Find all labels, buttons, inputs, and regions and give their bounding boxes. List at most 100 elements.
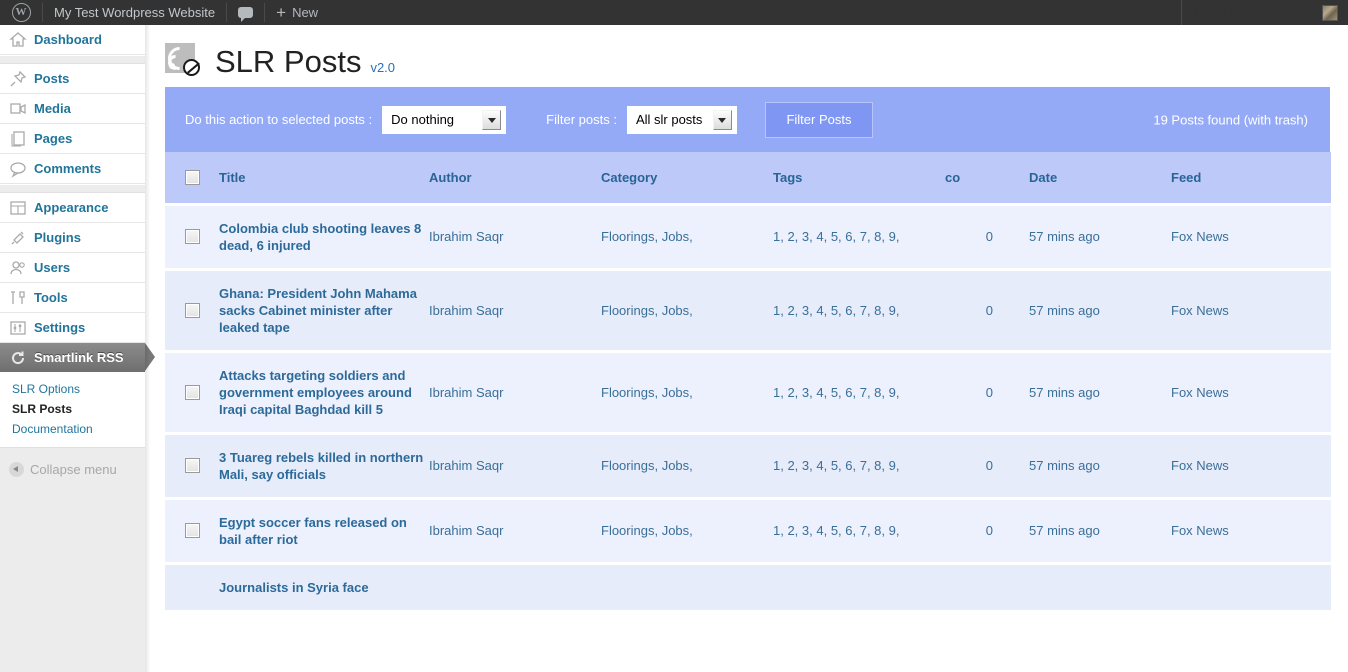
sidebar-item-pages[interactable]: Pages [0, 124, 145, 154]
row-comments-count: 0 [945, 351, 993, 433]
posts-found-status: 19 Posts found (with trash) [1153, 112, 1308, 127]
row-feed[interactable] [1171, 563, 1331, 610]
rss-refresh-icon [165, 41, 203, 81]
collapse-menu-button[interactable]: Collapse menu [0, 448, 145, 477]
select-all-header [165, 152, 219, 204]
header-category[interactable]: Category [601, 152, 773, 204]
slr-posts-table: Title Author Category Tags co Date Feed … [165, 152, 1331, 610]
bulk-action-select[interactable]: Do nothing [382, 106, 506, 134]
row-title-cell: Ghana: President John Mahama sacks Cabin… [219, 269, 429, 351]
post-title-link[interactable]: 3 Tuareg rebels killed in northern Mali,… [219, 449, 429, 483]
filter-posts-button[interactable]: Filter Posts [765, 102, 873, 138]
site-name-menu[interactable]: My Test Wordpress Website [43, 0, 226, 25]
sidebar-item-users[interactable]: Users [0, 253, 145, 283]
sidebar-item-slr-options[interactable]: SLR Options [0, 379, 145, 399]
sidebar-label: Plugins [34, 230, 81, 245]
row-title-cell: Attacks targeting soldiers and governmen… [219, 351, 429, 433]
row-checkbox[interactable] [185, 523, 200, 538]
post-title-link[interactable]: Journalists in Syria face [219, 579, 429, 596]
row-checkbox-cell [165, 563, 219, 610]
sidebar-label: Pages [34, 131, 72, 146]
table-row[interactable]: Ghana: President John Mahama sacks Cabin… [165, 269, 1331, 351]
filter-toolbar: Do this action to selected posts : Do no… [165, 87, 1330, 152]
table-body: Colombia club shooting leaves 8 dead, 6 … [165, 204, 1331, 610]
row-checkbox[interactable] [185, 229, 200, 244]
sidebar-label: Tools [34, 290, 68, 305]
sidebar-item-media[interactable]: Media [0, 94, 145, 124]
filter-posts-select[interactable]: All slr posts [627, 106, 737, 134]
row-title-cell: Egypt soccer fans released on bail after… [219, 498, 429, 563]
users-icon [9, 259, 27, 277]
new-label: New [292, 5, 318, 20]
chevron-down-icon[interactable] [713, 110, 732, 130]
table-row[interactable]: 3 Tuareg rebels killed in northern Mali,… [165, 433, 1331, 498]
sidebar-item-dashboard[interactable]: Dashboard [0, 25, 145, 55]
post-title-link[interactable]: Attacks targeting soldiers and governmen… [219, 367, 429, 418]
row-feed[interactable]: Fox News [1171, 433, 1331, 498]
bulk-action-label: Do this action to selected posts : [185, 112, 372, 127]
table-row[interactable]: Egypt soccer fans released on bail after… [165, 498, 1331, 563]
sidebar-item-documentation[interactable]: Documentation [0, 419, 145, 439]
header-tags[interactable]: Tags [773, 152, 945, 204]
comment-bubble-icon [9, 160, 27, 178]
row-checkbox[interactable] [185, 303, 200, 318]
sidebar-label: Smartlink RSS [34, 350, 124, 365]
appearance-icon [9, 199, 27, 217]
chevron-down-icon[interactable] [482, 110, 501, 130]
admin-bar: My Test Wordpress Website + New Howdy, I… [0, 0, 1348, 25]
header-title[interactable]: Title [219, 152, 429, 204]
table-row[interactable]: Attacks targeting soldiers and governmen… [165, 351, 1331, 433]
row-category: Floorings, Jobs, [601, 498, 773, 563]
row-checkbox[interactable] [185, 458, 200, 473]
settings-sliders-icon [9, 319, 27, 337]
header-comments-count[interactable]: co [945, 152, 993, 204]
row-feed[interactable]: Fox News [1171, 498, 1331, 563]
sidebar-label: Appearance [34, 200, 108, 215]
row-checkbox-cell [165, 204, 219, 269]
row-comments-count: 0 [945, 204, 993, 269]
select-all-checkbox[interactable] [185, 170, 200, 185]
header-date[interactable]: Date [993, 152, 1171, 204]
sidebar-item-settings[interactable]: Settings [0, 313, 145, 343]
post-title-link[interactable]: Ghana: President John Mahama sacks Cabin… [219, 285, 429, 336]
post-title-link[interactable]: Colombia club shooting leaves 8 dead, 6 … [219, 220, 429, 254]
row-checkbox-cell [165, 269, 219, 351]
page-title-text: SLR Posts [215, 44, 361, 79]
row-date: 57 mins ago [993, 204, 1171, 269]
sidebar-shadow [145, 25, 150, 672]
row-feed[interactable]: Fox News [1171, 351, 1331, 433]
row-tags: 1, 2, 3, 4, 5, 6, 7, 8, 9, [773, 351, 945, 433]
comments-bubble-button[interactable] [227, 0, 264, 25]
media-camera-icon [9, 100, 27, 118]
sidebar-item-slr-posts[interactable]: SLR Posts [0, 399, 145, 419]
header-author[interactable]: Author [429, 152, 601, 204]
row-author: Ibrahim Saqr [429, 433, 601, 498]
post-title-link[interactable]: Egypt soccer fans released on bail after… [219, 514, 429, 548]
sidebar-item-appearance[interactable]: Appearance [0, 193, 145, 223]
row-date: 57 mins ago [993, 498, 1171, 563]
account-menu[interactable]: Howdy, Ibrahim Saqr [1181, 0, 1348, 25]
table-row[interactable]: Colombia club shooting leaves 8 dead, 6 … [165, 204, 1331, 269]
row-author: Ibrahim Saqr [429, 204, 601, 269]
row-author [429, 563, 601, 610]
row-checkbox[interactable] [185, 385, 200, 400]
sidebar-item-plugins[interactable]: Plugins [0, 223, 145, 253]
row-comments-count: 0 [945, 498, 993, 563]
sidebar-item-smartlink-rss[interactable]: Smartlink RSS [0, 343, 145, 372]
header-feed[interactable]: Feed [1171, 152, 1331, 204]
wordpress-logo-button[interactable] [0, 0, 42, 25]
slr-posts-panel: Do this action to selected posts : Do no… [165, 87, 1330, 610]
new-content-menu[interactable]: + New [265, 0, 329, 25]
row-feed[interactable]: Fox News [1171, 204, 1331, 269]
table-row[interactable]: Journalists in Syria face [165, 563, 1331, 610]
sidebar-label: Posts [34, 71, 69, 86]
row-tags: 1, 2, 3, 4, 5, 6, 7, 8, 9, [773, 269, 945, 351]
row-feed[interactable]: Fox News [1171, 269, 1331, 351]
sidebar-label: Users [34, 260, 70, 275]
sidebar-item-posts[interactable]: Posts [0, 64, 145, 94]
sidebar-item-tools[interactable]: Tools [0, 283, 145, 313]
row-date: 57 mins ago [993, 433, 1171, 498]
pages-icon [9, 130, 27, 148]
sidebar-item-comments[interactable]: Comments [0, 154, 145, 184]
filter-posts-label: Filter posts : [546, 112, 617, 127]
